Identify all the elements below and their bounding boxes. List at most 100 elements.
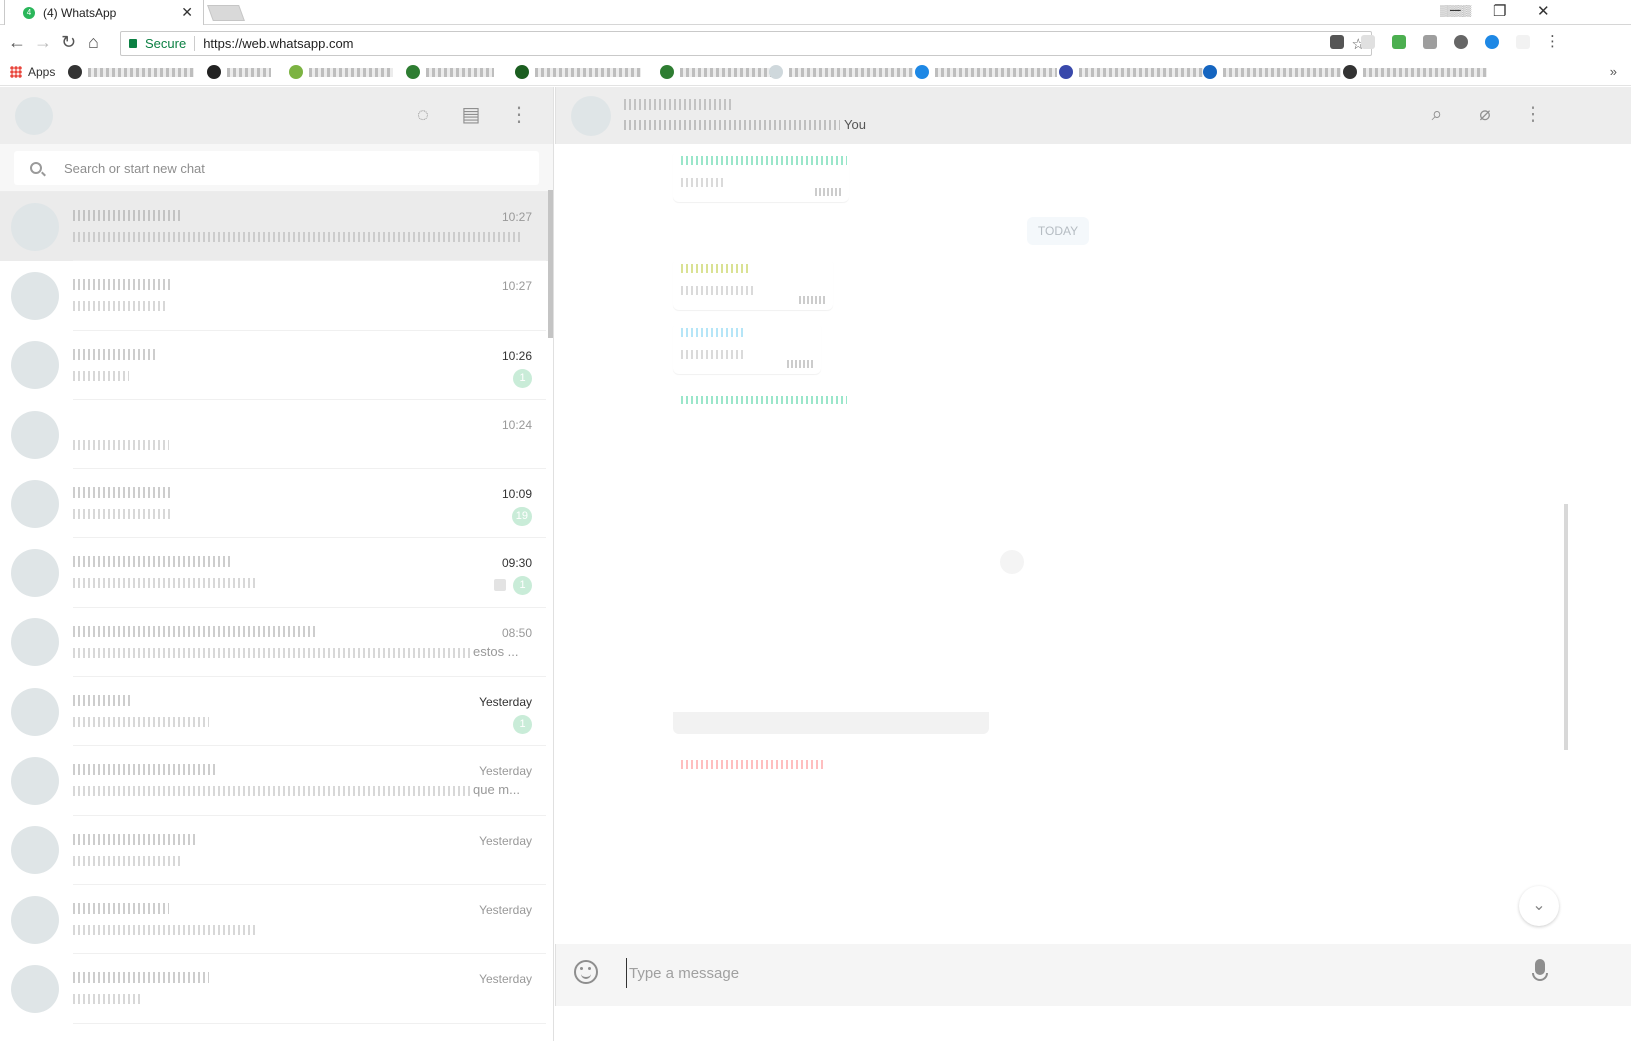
bookmark-label-blurred: [789, 67, 913, 77]
message-sender-blurred: [681, 156, 847, 165]
group-avatar[interactable]: [571, 96, 611, 136]
home-icon[interactable]: ⌂: [88, 32, 99, 53]
image-message[interactable]: [673, 404, 989, 734]
bookmark-item[interactable]: [515, 65, 641, 79]
reload-icon[interactable]: ↻: [61, 32, 76, 53]
minimize-icon[interactable]: ─: [1450, 2, 1461, 19]
chat-list-item[interactable]: 10:26 1: [0, 331, 553, 400]
bookmark-item[interactable]: [769, 65, 913, 79]
chat-avatar: [11, 410, 59, 459]
message-time-blurred: [799, 296, 825, 304]
bookmark-item[interactable]: [1203, 65, 1341, 79]
tab-close-icon[interactable]: ✕: [181, 4, 193, 21]
chat-list-item[interactable]: Yesterday 1: [0, 677, 553, 747]
bookmark-favicon-icon: [207, 65, 221, 79]
back-arrow-icon[interactable]: ←: [8, 32, 26, 53]
chat-list-item[interactable]: 10:27: [0, 192, 553, 262]
scroll-down-button[interactable]: ⌄: [1519, 886, 1559, 926]
extension-s-icon[interactable]: [1392, 35, 1406, 49]
message-area[interactable]: TODAY ⌄: [555, 144, 1631, 944]
extension-pocket-icon[interactable]: [1423, 35, 1437, 49]
menu-dots-icon[interactable]: ⋮: [508, 104, 530, 126]
bookmark-item[interactable]: [660, 65, 774, 79]
bookmark-item[interactable]: [406, 65, 494, 79]
unread-badge: 1: [513, 368, 532, 388]
compose-bar: [555, 944, 1631, 1006]
chat-time: 08:50: [501, 625, 532, 640]
bookmark-label-blurred: [88, 67, 194, 77]
microphone-icon[interactable]: [1532, 959, 1548, 981]
chat-list-item[interactable]: Yesterday: [0, 816, 553, 885]
chat-avatar: [11, 202, 59, 251]
chat-time: 10:26: [501, 348, 532, 363]
forward-icon[interactable]: [1000, 550, 1024, 574]
message-sender-blurred: [681, 264, 749, 273]
restore-icon[interactable]: ❐: [1493, 2, 1506, 20]
bookmark-apps[interactable]: Apps: [10, 65, 55, 79]
chat-list-scrollbar[interactable]: [548, 190, 553, 338]
members-you: You: [844, 117, 866, 132]
bookmark-favicon-icon: [406, 65, 420, 79]
chat-body: 10:27: [73, 261, 546, 331]
attach-icon[interactable]: ⌀: [1474, 104, 1496, 126]
menu-dots-icon[interactable]: ⋮: [1522, 104, 1544, 126]
search-box[interactable]: [14, 151, 539, 185]
chat-list-item[interactable]: 09:30 1: [0, 538, 553, 608]
close-icon[interactable]: ✕: [1537, 2, 1550, 20]
chat-list-item[interactable]: 10:24: [0, 400, 553, 470]
sidebar-header: ◌ ▤ ⋮: [0, 87, 553, 144]
address-bar[interactable]: Secure https://web.whatsapp.com ☆: [120, 31, 1372, 56]
search-input[interactable]: [64, 160, 504, 176]
chat-list-item[interactable]: Yesterday: [0, 954, 553, 1024]
chat-time: Yesterday: [479, 972, 532, 987]
new-tab-button[interactable]: [207, 5, 245, 21]
unread-badge: 1: [513, 576, 532, 596]
group-name-blurred: [624, 99, 734, 110]
chat-name-blurred: [73, 556, 233, 568]
chat-body: 10:24: [73, 400, 546, 470]
bookmarks-overflow-icon[interactable]: »: [1610, 64, 1617, 79]
chat-list-item[interactable]: estos ... 08:50: [0, 608, 553, 678]
extension-b-icon[interactable]: [1361, 35, 1375, 49]
forward-arrow-icon[interactable]: →: [34, 32, 52, 53]
url-text[interactable]: https://web.whatsapp.com: [195, 36, 353, 51]
extension-cloud-icon[interactable]: [1485, 35, 1499, 49]
status-icon[interactable]: ◌: [412, 104, 434, 126]
apps-label: Apps: [28, 65, 56, 79]
browser-tab-whatsapp[interactable]: 4 (4) WhatsApp ✕: [4, 0, 204, 25]
search-icon[interactable]: ⌕: [1426, 104, 1448, 126]
chat-list-item[interactable]: 10:27: [0, 261, 553, 331]
extension-sync-icon[interactable]: [1454, 35, 1468, 49]
chat-body: que m... Yesterday: [73, 746, 546, 816]
new-chat-icon[interactable]: ▤: [460, 104, 482, 126]
chat-avatar: [11, 618, 59, 667]
message-bubble[interactable]: [673, 150, 849, 202]
chat-preview-blurred: [73, 232, 521, 242]
extension-blank-icon[interactable]: [1516, 35, 1530, 49]
bookmark-item[interactable]: [1343, 65, 1487, 79]
bookmark-item[interactable]: [207, 65, 271, 79]
chat-list-item[interactable]: Yesterday: [0, 885, 553, 955]
conversation-scrollbar[interactable]: [1564, 504, 1568, 750]
conversation-header[interactable]: You ⌕ ⌀ ⋮: [555, 87, 1631, 144]
chat-time: 10:09: [501, 487, 532, 502]
chat-list-item[interactable]: que m... Yesterday: [0, 746, 553, 816]
bookmark-item[interactable]: [1059, 65, 1203, 79]
message-input[interactable]: [626, 958, 1506, 988]
search-bar: [0, 144, 553, 192]
chat-preview-blurred: [73, 370, 129, 381]
my-avatar[interactable]: [15, 97, 53, 135]
emoji-icon[interactable]: [574, 960, 598, 984]
chat-body: Yesterday: [73, 954, 546, 1024]
bookmark-item[interactable]: [289, 65, 393, 79]
bookmark-item[interactable]: [68, 65, 194, 79]
chrome-menu-icon[interactable]: ⋮: [1545, 32, 1560, 50]
chat-preview-blurred: [73, 509, 173, 520]
message-bubble[interactable]: [673, 322, 821, 374]
bookmark-label-blurred: [680, 67, 774, 77]
bookmark-item[interactable]: [915, 65, 1057, 79]
message-bubble[interactable]: [673, 258, 833, 310]
chat-name-blurred: [73, 348, 155, 360]
chat-list-item[interactable]: 10:09 19: [0, 469, 553, 539]
extension-rocket-icon[interactable]: [1330, 35, 1344, 49]
